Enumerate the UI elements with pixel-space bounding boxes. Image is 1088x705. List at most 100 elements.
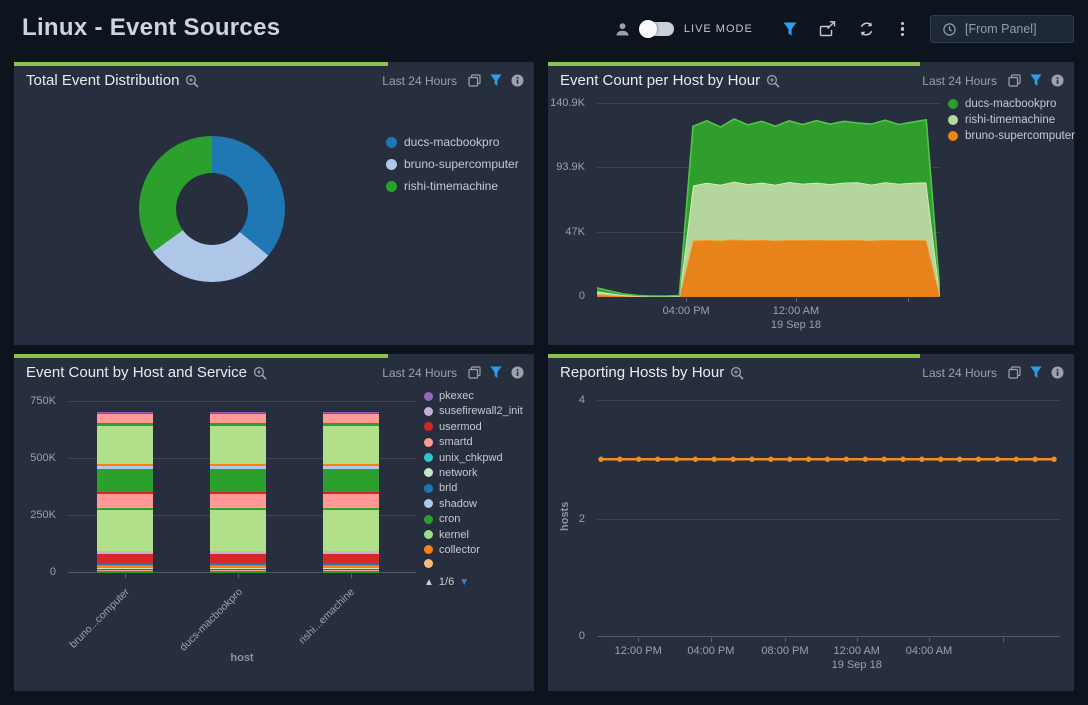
zoom-icon[interactable] <box>253 366 267 380</box>
info-icon[interactable] <box>511 74 524 87</box>
legend-page-up-icon[interactable]: ▲ <box>424 577 434 588</box>
gridline <box>68 401 416 402</box>
stacked-area-chart[interactable] <box>597 103 940 297</box>
legend-item[interactable]: ducs-macbookpro <box>386 135 519 149</box>
user-icon[interactable] <box>615 22 630 37</box>
legend-item[interactable]: bruno-supercomputer <box>948 130 1075 142</box>
bar-segment <box>97 426 153 464</box>
y-tick-label: 2 <box>579 513 585 525</box>
stacked-bar[interactable] <box>323 412 379 573</box>
copy-icon[interactable] <box>468 366 481 379</box>
bar-segment <box>210 510 266 551</box>
panel-accent-bar <box>548 62 920 66</box>
legend-item[interactable]: kernel <box>424 529 530 541</box>
info-icon[interactable] <box>511 366 524 379</box>
live-mode-toggle[interactable] <box>640 22 674 36</box>
x-tick-label: ducs-macbookpro <box>177 586 245 654</box>
info-icon[interactable] <box>1051 366 1064 379</box>
panel-event-count-by-host-service: Event Count by Host and Service Last 24 … <box>14 354 534 691</box>
bar-segment <box>210 414 266 424</box>
zoom-icon[interactable] <box>730 366 744 380</box>
legend-item[interactable]: pkexec <box>424 390 530 402</box>
legend-item[interactable]: bruno-supercomputer <box>386 157 519 171</box>
legend-item[interactable] <box>424 559 530 568</box>
legend-swatch <box>424 515 433 524</box>
panel-accent-bar <box>548 354 920 358</box>
bar-segment <box>210 554 266 563</box>
legend-swatch <box>424 438 433 447</box>
time-range-label: Last 24 Hours <box>382 366 457 380</box>
legend-label: brld <box>439 482 457 494</box>
bar-segment <box>323 554 379 563</box>
x-tick-mark <box>857 638 858 642</box>
legend-swatch <box>948 115 958 125</box>
x-tick-mark <box>686 298 687 302</box>
legend-swatch <box>424 499 433 508</box>
legend-item[interactable]: rishi-timemachine <box>386 179 519 193</box>
x-tick-label: 04:00 PM <box>663 305 710 317</box>
copy-icon[interactable] <box>1008 366 1021 379</box>
legend-pager: ▲ 1/6 ▼ <box>424 576 469 588</box>
y-tick-label: 0 <box>579 290 585 302</box>
bar-segment <box>323 571 379 573</box>
legend-label: rishi-timemachine <box>965 114 1055 126</box>
zoom-icon[interactable] <box>766 74 780 88</box>
legend-item[interactable]: collector <box>424 544 530 556</box>
x-tick-label: 12:00 PM <box>615 645 662 657</box>
stacked-bar[interactable] <box>210 412 266 573</box>
legend-swatch <box>424 530 433 539</box>
legend-item[interactable]: shadow <box>424 498 530 510</box>
chart-legend: ducs-macbookpro bruno-supercomputer rishi-… <box>386 135 519 201</box>
filter-icon[interactable] <box>490 366 502 379</box>
info-icon[interactable] <box>1051 74 1064 87</box>
legend-item[interactable]: rishi-timemachine <box>948 114 1075 126</box>
legend-item[interactable]: susefirewall2_init <box>424 405 530 417</box>
panel-reporting-hosts: Reporting Hosts by Hour Last 24 Hours ho… <box>548 354 1074 691</box>
legend-swatch <box>424 407 433 416</box>
y-tick-label: 0 <box>50 566 56 578</box>
legend-label: bruno-supercomputer <box>404 157 519 171</box>
legend-item[interactable]: network <box>424 467 530 479</box>
legend-item[interactable]: ducs-macbookpro <box>948 98 1075 110</box>
toggle-knob <box>639 20 657 38</box>
app-header: Linux - Event Sources LIVE MODE [From Pa… <box>0 0 1088 56</box>
copy-icon[interactable] <box>1008 74 1021 87</box>
bar-segment <box>210 494 266 507</box>
y-axis: 750K500K250K0 <box>14 401 62 573</box>
legend-item[interactable]: unix_chkpwd <box>424 452 530 464</box>
x-tick-mark <box>796 298 797 302</box>
filter-icon[interactable] <box>490 74 502 87</box>
legend-swatch <box>424 559 433 568</box>
time-range-selector[interactable]: [From Panel] <box>930 15 1074 43</box>
zoom-icon[interactable] <box>185 74 199 88</box>
chart-legend: ducs-macbookpro rishi-timemachine bruno-su… <box>948 98 1075 146</box>
refresh-icon[interactable] <box>858 21 875 37</box>
x-tick-mark <box>125 574 126 578</box>
time-range-value: [From Panel] <box>965 22 1037 36</box>
panel-title: Event Count per Host by Hour <box>560 72 760 89</box>
y-tick-label: 0 <box>579 630 585 642</box>
legend-item[interactable]: brld <box>424 482 530 494</box>
time-range-label: Last 24 Hours <box>922 74 997 88</box>
filter-icon[interactable] <box>1030 74 1042 87</box>
filter-icon[interactable] <box>783 22 797 37</box>
stacked-bar-chart[interactable] <box>68 401 416 573</box>
line-chart[interactable] <box>597 400 1060 637</box>
more-menu-icon[interactable] <box>897 20 908 39</box>
legend-item[interactable]: usermod <box>424 421 530 433</box>
copy-icon[interactable] <box>468 74 481 87</box>
panel-title: Event Count by Host and Service <box>26 364 247 381</box>
legend-swatch <box>424 484 433 493</box>
filter-icon[interactable] <box>1030 366 1042 379</box>
legend-page-down-icon[interactable]: ▼ <box>459 577 469 588</box>
x-tick-mark <box>351 574 352 578</box>
donut-chart[interactable] <box>139 136 285 282</box>
time-range-label: Last 24 Hours <box>382 74 457 88</box>
stacked-bar[interactable] <box>97 412 153 573</box>
header-controls: LIVE MODE [From Panel] <box>615 14 1074 44</box>
y-tick-label: 93.9K <box>556 161 585 173</box>
legend-item[interactable]: smartd <box>424 436 530 448</box>
legend-item[interactable]: cron <box>424 513 530 525</box>
share-icon[interactable] <box>819 21 836 37</box>
y-tick-label: 140.9K <box>550 97 585 109</box>
